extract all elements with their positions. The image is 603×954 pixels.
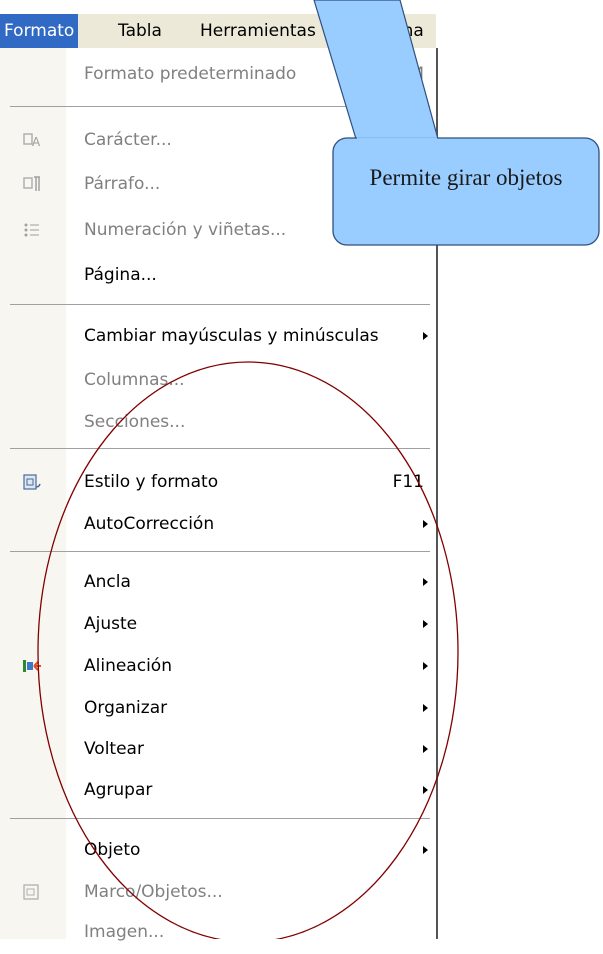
menubar-tabla[interactable]: Tabla: [114, 14, 166, 48]
submenu-arrow-icon: [423, 745, 428, 753]
menu-item-label: Agrupar: [84, 780, 153, 800]
character-icon: A: [23, 133, 41, 149]
submenu-arrow-icon: [423, 332, 428, 340]
callout-text: Permite girar objetos: [369, 165, 563, 190]
menu-item-label: Objeto: [84, 840, 141, 860]
menu-item-ancla[interactable]: Ancla: [0, 560, 436, 604]
menu-item-columnas[interactable]: Columnas...: [0, 358, 436, 402]
menu-item-label: Cambiar mayúsculas y minúsculas: [84, 326, 379, 346]
menu-separator: [10, 304, 430, 305]
menu-item-secciones[interactable]: Secciones...: [0, 400, 436, 444]
menu-item-shortcut: F11: [392, 472, 424, 492]
menu-item-label: Imagen...: [84, 922, 165, 942]
menubar-herramientas[interactable]: Herramientas: [196, 14, 320, 48]
submenu-arrow-icon: [423, 786, 428, 794]
menubar-formato[interactable]: Formato: [0, 14, 79, 48]
menu-item-label: AutoCorrección: [84, 514, 215, 534]
menu-item-ajuste[interactable]: Ajuste: [0, 602, 436, 646]
screenshot-stage: Formato Tabla Herramientas Ventana Forma…: [0, 0, 603, 942]
menu-item-label: Párrafo...: [84, 174, 161, 194]
menu-item-cambiar-mayusculas[interactable]: Cambiar mayúsculas y minúsculas: [0, 314, 436, 358]
submenu-arrow-icon: [423, 620, 428, 628]
menu-item-formato-predeterminado[interactable]: Formato predeterminado Ctrl+M: [0, 52, 436, 96]
menu-item-alineacion[interactable]: Alineación: [0, 644, 436, 688]
menu-item-label: Marco/Objetos...: [84, 882, 223, 902]
submenu-arrow-icon: [423, 846, 428, 854]
menu-item-caracter[interactable]: A Carácter...: [0, 118, 436, 162]
menubar-ventana[interactable]: Ventana: [350, 14, 428, 48]
menu-item-imagen[interactable]: Imagen...: [0, 910, 436, 954]
menu-item-voltear[interactable]: Voltear: [0, 727, 436, 771]
menu-item-organizar[interactable]: Organizar: [0, 686, 436, 730]
submenu-arrow-icon: [423, 578, 428, 586]
menu-item-label: Voltear: [84, 739, 144, 759]
menu-item-agrupar[interactable]: Agrupar: [0, 768, 436, 812]
menu-item-marco-objetos[interactable]: Marco/Objetos...: [0, 870, 436, 914]
menu-separator: [10, 106, 430, 107]
menu-item-numeracion[interactable]: Numeración y viñetas...: [0, 208, 436, 252]
menu-item-label: Numeración y viñetas...: [84, 220, 287, 240]
menu-item-label: Ancla: [84, 572, 131, 592]
menu-separator: [10, 551, 430, 552]
menu-item-objeto[interactable]: Objeto: [0, 828, 436, 872]
svg-text:A: A: [32, 135, 41, 149]
menu-separator: [10, 818, 430, 819]
menu-item-label: Formato predeterminado: [84, 64, 297, 84]
menu-item-label: Organizar: [84, 698, 168, 718]
menu-separator: [10, 448, 430, 449]
menu-item-label: Página...: [84, 265, 157, 285]
menu-item-label: Ajuste: [84, 614, 138, 634]
menu-item-label: Estilo y formato: [84, 472, 219, 492]
menu-item-estilo-formato[interactable]: Estilo y formato F11: [0, 460, 436, 504]
submenu-arrow-icon: [423, 520, 428, 528]
menubar-herramientas-label: Herramientas: [200, 21, 316, 41]
menubar-ventana-label: Ventana: [354, 21, 424, 41]
menubar-formato-label: Formato: [4, 21, 75, 41]
alignment-icon: [23, 660, 41, 672]
paragraph-icon: [23, 176, 40, 191]
menu-item-label: Alineación: [84, 656, 172, 676]
submenu-arrow-icon: [423, 704, 428, 712]
styles-icon: [23, 474, 41, 490]
frame-icon: [23, 884, 39, 900]
menu-bar: Formato Tabla Herramientas Ventana: [0, 14, 436, 48]
menu-item-label: Columnas...: [84, 370, 185, 390]
submenu-arrow-icon: [423, 662, 428, 670]
bullets-icon: [24, 223, 39, 237]
menu-item-autocorreccion[interactable]: AutoCorrección: [0, 502, 436, 546]
menu-item-pagina[interactable]: Página...: [0, 253, 436, 297]
menu-item-shortcut: Ctrl+M: [364, 64, 424, 84]
menu-item-label: Carácter...: [84, 130, 172, 150]
menu-item-label: Secciones...: [84, 412, 186, 432]
menubar-tabla-label: Tabla: [118, 21, 162, 41]
